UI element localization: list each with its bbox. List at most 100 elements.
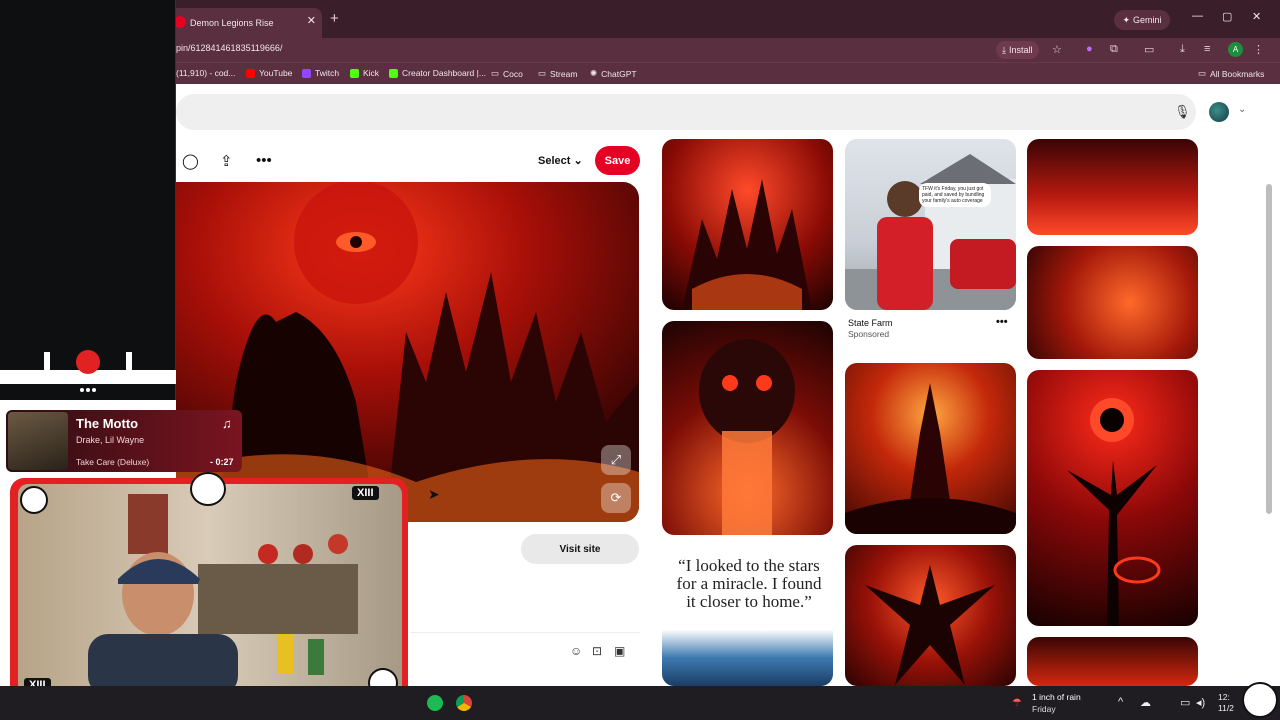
ad-speech-bubble: TFW it's Friday, you just got paid, and … — [919, 183, 991, 207]
weather-day: Friday — [1032, 704, 1056, 714]
grid-pin[interactable] — [662, 139, 833, 310]
album-cover — [8, 412, 68, 470]
music-note-icon: ♫ — [222, 416, 232, 431]
grid-pin[interactable] — [1027, 246, 1198, 359]
webcam-image — [88, 494, 358, 696]
media-icon[interactable]: ≡ — [1204, 43, 1210, 55]
weather-summary[interactable]: 1 inch of rain — [1032, 692, 1081, 702]
folder-icon: ▭ — [491, 68, 500, 78]
close-window-icon[interactable]: ✕ — [1252, 10, 1261, 23]
install-label: Install — [1008, 45, 1033, 55]
track-time: - 0:27 — [210, 457, 234, 467]
puzzle-icon[interactable]: ⧉ — [1110, 43, 1118, 56]
chrome-icon[interactable] — [456, 695, 472, 711]
dark-tower-image — [845, 383, 1016, 534]
grid-pin[interactable] — [1027, 370, 1198, 626]
pentagram-icon — [1242, 682, 1278, 718]
bookmark-item[interactable]: Twitch — [302, 68, 339, 78]
grid-pin[interactable] — [662, 321, 833, 535]
webcam-feed — [18, 484, 402, 696]
extension-icon[interactable]: ● — [1086, 43, 1093, 55]
quote-text: “I looked to the stars for a miracle. I … — [676, 556, 822, 611]
grid-pin[interactable]: “I looked to the stars for a miracle. I … — [662, 545, 833, 686]
now-playing-card: The Motto Drake, Lil Wayne Take Care (De… — [6, 410, 242, 472]
advertiser-name[interactable]: State Farm — [848, 318, 893, 328]
bookmarks-bar: (11,910) - cod... YouTube Twitch Kick Cr… — [0, 62, 1280, 84]
bookmark-item[interactable]: ▭ Coco — [491, 68, 523, 79]
more-icon[interactable]: ••• — [256, 152, 272, 169]
gemini-label: Gemini — [1133, 15, 1162, 25]
grid-pin[interactable] — [845, 363, 1016, 534]
address-bar: pin/612841461835119666/ ⤓ Install ☆ ● ⧉ … — [0, 38, 1280, 62]
folder-icon: ▭ — [1198, 68, 1207, 78]
grid-pin[interactable] — [845, 545, 1016, 686]
share-icon[interactable]: ⇪ — [220, 152, 233, 170]
profile-avatar[interactable]: A — [1228, 42, 1243, 57]
visit-site-button[interactable]: Visit site — [521, 534, 639, 564]
microphone-icon[interactable]: 🎙 — [1174, 104, 1191, 120]
grid-pin[interactable] — [1027, 637, 1198, 686]
winged-demon-image — [865, 565, 995, 685]
gemini-button[interactable]: ✦ Gemini — [1114, 10, 1170, 30]
skull-icon — [190, 472, 226, 506]
pin-image[interactable]: ⤢ ⟳ — [176, 182, 639, 522]
bookmark-item[interactable]: ▭ Stream — [538, 68, 577, 79]
grid-pin[interactable] — [1027, 139, 1198, 235]
browser-tab[interactable]: Demon Legions Rise ✕ — [168, 8, 322, 38]
chevron-up-icon[interactable]: ^ — [1118, 696, 1123, 708]
image-icon[interactable]: ▣ — [614, 644, 625, 658]
visual-search-icon[interactable]: ⟳ — [601, 483, 631, 513]
youtube-icon — [246, 68, 255, 78]
search-input[interactable] — [176, 94, 1196, 130]
minimize-icon[interactable]: — — [1192, 10, 1203, 22]
demon-scene-image — [176, 182, 639, 522]
overlay-decoration — [0, 350, 176, 392]
castle-image — [682, 179, 812, 310]
url-field[interactable]: pin/612841461835119666/ — [176, 43, 282, 53]
bookmark-item[interactable]: YouTube — [246, 68, 292, 78]
chevron-down-icon[interactable]: ⌄ — [1238, 104, 1246, 115]
screen: Demon Legions Rise ✕ + ✦ Gemini — ▢ ✕ pi… — [0, 0, 1280, 720]
bookmark-item[interactable]: ✺ ChatGPT — [590, 68, 637, 79]
cloud-icon[interactable]: ☁ — [1140, 696, 1151, 709]
comment-icon[interactable]: ◯ — [182, 152, 199, 170]
weather-icon: ☂ — [1012, 697, 1022, 709]
overlay-badge: XIII — [352, 486, 379, 500]
bookmark-item[interactable]: Creator Dashboard |... — [389, 68, 486, 78]
save-button[interactable]: Save — [595, 146, 640, 175]
new-tab-icon[interactable]: + — [330, 10, 339, 27]
comment-input[interactable] — [410, 632, 640, 672]
browser-tab-bar: Demon Legions Rise ✕ + ✦ Gemini — ▢ ✕ — [0, 0, 1280, 38]
track-title: The Motto — [76, 416, 139, 431]
sponsored-pin[interactable]: TFW it's Friday, you just got paid, and … — [845, 139, 1016, 310]
cast-icon[interactable]: ▭ — [1144, 43, 1154, 56]
bookmark-item[interactable]: (11,910) - cod... — [176, 68, 235, 78]
select-board-dropdown[interactable]: Select ⌄ — [538, 154, 583, 167]
download-icon[interactable]: ⤓ — [1180, 43, 1185, 56]
track-artist: Drake, Lil Wayne — [76, 435, 145, 445]
bookmark-item[interactable]: Kick — [350, 68, 379, 78]
blood-tree-image — [1067, 398, 1161, 626]
maximize-icon[interactable]: ▢ — [1222, 10, 1232, 23]
sticker-icon[interactable]: ⊡ — [592, 644, 602, 658]
sponsored-label: Sponsored — [848, 329, 890, 339]
star-icon[interactable]: ☆ — [1052, 43, 1062, 56]
skull-gate-image — [699, 339, 795, 535]
system-clock[interactable]: 12: 11/2 — [1218, 692, 1234, 714]
mouse-cursor-icon: ➤ — [428, 486, 440, 502]
chatgpt-icon: ✺ — [590, 68, 598, 78]
menu-icon[interactable]: ⋮ — [1253, 43, 1264, 56]
page-scrollbar[interactable] — [1266, 184, 1272, 514]
emoji-icon[interactable]: ☺ — [570, 644, 582, 658]
install-button[interactable]: ⤓ Install — [996, 41, 1039, 59]
user-avatar[interactable] — [1209, 102, 1229, 122]
expand-icon[interactable]: ⤢ — [601, 445, 631, 475]
tab-close-icon[interactable]: ✕ — [307, 14, 316, 27]
spotify-icon[interactable] — [427, 695, 443, 711]
volume-icon[interactable]: ◂) — [1196, 696, 1205, 709]
sparkle-icon: ✦ — [1122, 14, 1131, 25]
more-icon[interactable]: ••• — [996, 316, 1008, 328]
stream-overlay-panel — [0, 0, 176, 400]
network-icon[interactable]: ▭ — [1180, 696, 1190, 709]
all-bookmarks[interactable]: ▭ All Bookmarks — [1198, 68, 1264, 79]
